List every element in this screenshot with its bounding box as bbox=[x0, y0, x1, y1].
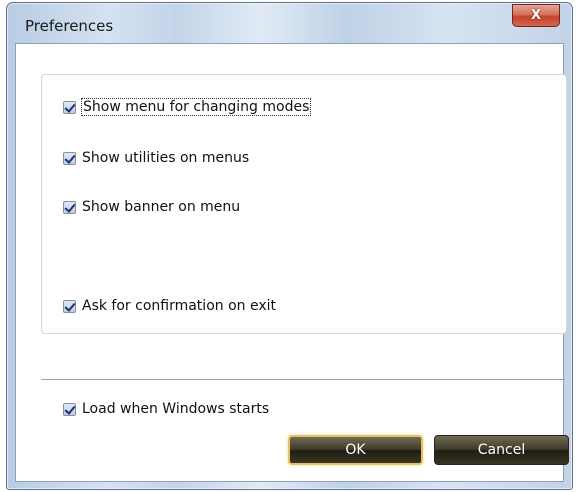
option-show-menu-modes[interactable]: Show menu for changing modes bbox=[63, 97, 312, 117]
checkbox-show-banner[interactable] bbox=[63, 200, 76, 214]
checkbox-show-menu-modes[interactable] bbox=[63, 100, 76, 114]
ok-button[interactable]: OK bbox=[288, 435, 423, 465]
preferences-window: Preferences X Show menu for changing mod… bbox=[6, 2, 573, 490]
option-label: Show utilities on menus bbox=[82, 150, 250, 166]
checkbox-show-utilities[interactable] bbox=[63, 151, 76, 165]
option-confirm-exit[interactable]: Ask for confirmation on exit bbox=[63, 296, 276, 316]
dialog-client-area: Show menu for changing modes Show utilit… bbox=[15, 43, 569, 482]
option-label: Ask for confirmation on exit bbox=[82, 298, 276, 314]
option-label: Show menu for changing modes bbox=[80, 98, 312, 116]
close-button[interactable]: X bbox=[512, 4, 560, 27]
separator bbox=[41, 379, 565, 380]
cancel-button[interactable]: Cancel bbox=[434, 435, 569, 465]
option-show-banner[interactable]: Show banner on menu bbox=[63, 197, 240, 217]
option-label: Load when Windows starts bbox=[82, 401, 270, 417]
option-show-utilities[interactable]: Show utilities on menus bbox=[63, 148, 249, 168]
close-icon: X bbox=[530, 8, 542, 23]
option-load-startup[interactable]: Load when Windows starts bbox=[63, 399, 269, 419]
option-label: Show banner on menu bbox=[82, 199, 241, 215]
checkbox-confirm-exit[interactable] bbox=[63, 299, 76, 313]
window-title: Preferences bbox=[25, 17, 114, 35]
checkbox-load-startup[interactable] bbox=[63, 402, 76, 416]
